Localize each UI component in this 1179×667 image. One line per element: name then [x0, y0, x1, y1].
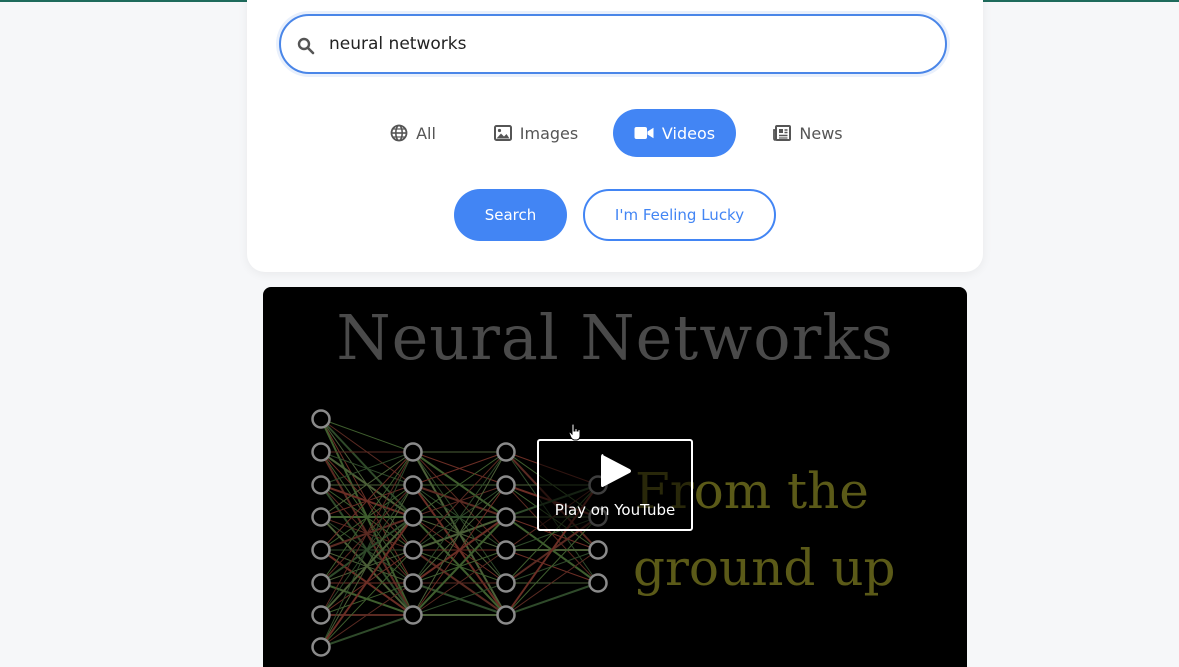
tab-videos[interactable]: Videos — [613, 109, 736, 157]
network-edge — [320, 516, 414, 648]
network-node — [311, 540, 331, 560]
network-node — [311, 475, 331, 495]
network-node — [403, 605, 423, 625]
network-node — [496, 442, 516, 462]
network-node — [403, 540, 423, 560]
tab-images[interactable]: Images — [484, 109, 588, 157]
network-node — [496, 507, 516, 527]
network-node — [588, 540, 608, 560]
video-thumbnail-subtitle-line2: ground up — [633, 539, 896, 597]
network-edge — [505, 582, 599, 616]
network-edge — [320, 614, 414, 648]
network-node — [311, 573, 331, 593]
play-on-youtube-button[interactable]: Play on YouTube — [537, 439, 693, 531]
network-node — [311, 442, 331, 462]
search-icon — [297, 37, 315, 55]
feeling-lucky-button[interactable]: I'm Feeling Lucky — [583, 189, 776, 241]
play-icon — [601, 454, 631, 488]
network-node — [311, 409, 331, 429]
play-on-youtube-label: Play on YouTube — [554, 501, 676, 519]
globe-icon — [390, 124, 408, 142]
network-node — [403, 475, 423, 495]
video-icon — [634, 127, 654, 139]
network-edge — [505, 516, 599, 616]
tab-all[interactable]: All — [378, 109, 448, 157]
network-node — [496, 475, 516, 495]
hand-cursor-icon — [568, 423, 581, 441]
video-player[interactable]: Neural Networks From the ground up Play … — [263, 287, 967, 667]
tab-videos-label: Videos — [661, 123, 716, 143]
newspaper-icon — [773, 125, 792, 141]
network-node — [588, 573, 608, 593]
network-node — [496, 540, 516, 560]
network-node — [311, 507, 331, 527]
tab-all-label: All — [416, 123, 436, 143]
network-edge — [320, 484, 414, 648]
network-node — [311, 605, 331, 625]
tab-news-label: News — [799, 123, 843, 143]
image-icon — [493, 125, 512, 141]
tab-news[interactable]: News — [764, 109, 852, 157]
network-node — [403, 507, 423, 527]
network-node — [496, 605, 516, 625]
tab-images-label: Images — [519, 123, 579, 143]
search-input[interactable]: neural networks — [279, 14, 947, 74]
network-node — [403, 573, 423, 593]
search-query[interactable]: neural networks — [329, 34, 466, 54]
network-node — [403, 442, 423, 462]
network-node — [311, 637, 331, 657]
search-button[interactable]: Search — [454, 189, 567, 241]
network-node — [496, 573, 516, 593]
